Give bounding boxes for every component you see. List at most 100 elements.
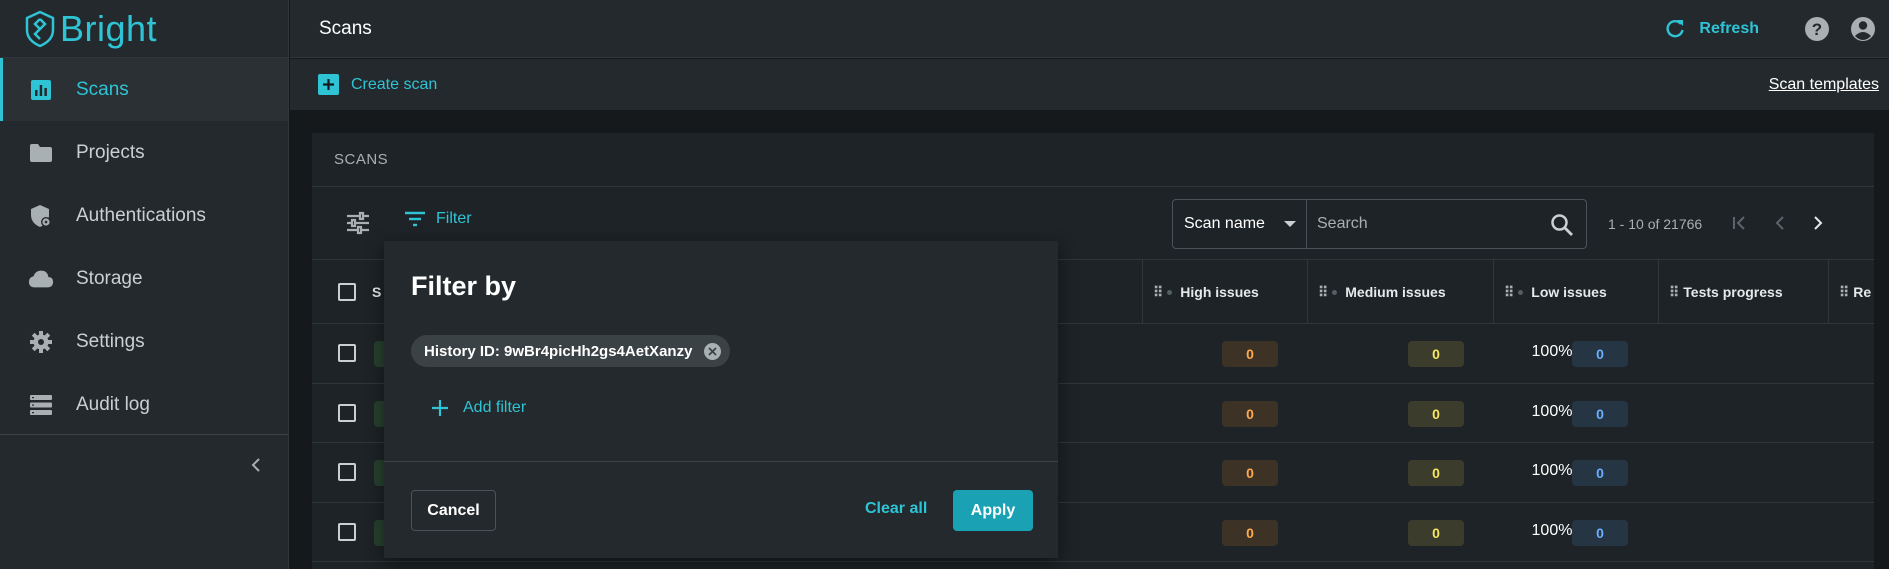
filter-popup-title: Filter by [411,271,517,301]
create-scan-button[interactable]: Create scan [318,74,437,95]
search-input[interactable] [1306,215,1536,233]
scan-templates-link[interactable]: Scan templates [1769,76,1879,94]
search-field-select[interactable]: Scan name [1172,199,1307,249]
cloud-icon [28,266,54,292]
chevron-left-icon [1775,216,1784,230]
sidebar-item-label: Scans [76,78,129,100]
sidebar-item-audit-log[interactable]: Audit log [0,373,288,436]
filter-icon [405,211,425,227]
column-header-tests-progress[interactable]: ⠿ Tests progress [1658,260,1828,324]
column-header-high-issues[interactable]: ⠿ High issues [1142,260,1307,324]
folder-icon [28,140,54,166]
filter-chip-label: History ID: 9wBr4picHh2gs4AetXanzy [424,342,693,360]
collapse-sidebar-button[interactable] [246,455,266,475]
sidebar-item-label: Settings [76,330,145,352]
medium-issues-badge: 0 [1408,400,1464,427]
column-header-requests[interactable]: ⠿ Re [1828,260,1874,324]
previous-page-button[interactable] [1768,211,1792,235]
column-header-medium-issues[interactable]: ⠿ Medium issues [1307,260,1493,324]
drag-handle-icon[interactable]: ⠿ [1839,284,1849,301]
logo-text: Bright [60,7,158,49]
filter-chip[interactable]: History ID: 9wBr4picHh2gs4AetXanzy [411,335,731,367]
refresh-button[interactable]: Refresh [1665,19,1759,39]
sidebar-item-label: Projects [76,141,145,163]
high-issues-badge: 0 [1222,519,1278,546]
search-icon[interactable] [1550,213,1574,237]
help-icon[interactable]: ? [1803,15,1831,43]
app: Bright Scans Projects Authentications St… [0,0,1889,569]
cancel-button[interactable]: Cancel [411,490,496,531]
pagination-range: 1 - 10 of 21766 [1608,216,1703,232]
filter-popup: Filter by History ID: 9wBr4picHh2gs4AetX… [384,241,1058,558]
clear-all-button[interactable]: Clear all [865,500,927,518]
tests-progress: 100% [1531,521,1573,539]
refresh-icon [1666,19,1685,38]
sidebar-item-label: Authentications [76,204,206,226]
search-box [1306,199,1587,249]
logo[interactable]: Bright [0,0,288,58]
high-issues-badge: 0 [1222,400,1278,427]
add-filter-label: Add filter [463,399,527,416]
sidebar-item-authentications[interactable]: Authentications [0,184,288,247]
account-icon[interactable] [1849,15,1877,43]
column-header-low-issues[interactable]: ⠿ Low issues [1493,260,1658,324]
medium-issues-badge: 0 [1408,341,1464,367]
drag-handle-icon[interactable]: ⠿ [1318,284,1328,301]
bright-logo-icon [25,10,55,47]
filter-button[interactable]: Filter [404,210,472,228]
topbar-actions: Refresh ? [1665,0,1877,58]
drag-handle-icon[interactable]: ⠿ [1504,284,1514,301]
svg-text:?: ? [1812,20,1822,39]
topbar: Scans Refresh ? [290,0,1889,58]
chevron-down-icon [1284,221,1296,227]
tests-progress: 100% [1531,402,1573,420]
sidebar-item-scans[interactable]: Scans [0,58,288,121]
card-title: SCANS [312,133,1874,187]
drag-handle-icon[interactable]: ⠿ [1669,284,1679,301]
chevron-left-icon [251,458,260,472]
refresh-label: Refresh [1699,20,1759,37]
sidebar-item-storage[interactable]: Storage [0,247,288,310]
tests-progress: 100% [1531,343,1573,360]
row-checkbox[interactable] [338,522,356,541]
select-all-checkbox[interactable] [338,283,356,301]
sidebar-item-label: Storage [76,267,143,289]
bar-chart-icon [28,77,54,103]
action-bar: Create scan Scan templates [290,59,1889,111]
status-badge [374,519,384,546]
status-badge [374,460,384,486]
row-checkbox[interactable] [338,463,356,481]
shield-lock-icon [28,203,54,229]
medium-issues-badge: 0 [1408,460,1464,486]
plus-icon [432,400,448,416]
row-checkbox[interactable] [338,344,356,362]
sort-indicator-icon [1332,289,1338,295]
search-field-value: Scan name [1184,215,1265,232]
apply-button[interactable]: Apply [953,490,1033,531]
add-filter-button[interactable]: Add filter [431,399,526,417]
first-page-button[interactable] [1728,211,1752,235]
remove-filter-button[interactable] [704,343,722,360]
row-checkbox[interactable] [338,403,356,422]
sidebar-nav: Scans Projects Authentications Storage S… [0,58,288,436]
list-icon [28,392,54,418]
tests-progress: 100% [1531,462,1573,479]
sidebar: Bright Scans Projects Authentications St… [0,0,289,569]
page-title: Scans [319,17,372,39]
sort-indicator-icon [1518,289,1524,295]
status-badge [374,341,384,367]
next-page-button[interactable] [1806,211,1830,235]
filter-label: Filter [436,210,472,227]
medium-issues-badge: 0 [1408,519,1464,546]
column-settings-icon[interactable] [344,209,372,237]
sidebar-item-projects[interactable]: Projects [0,121,288,184]
plus-icon [318,74,339,95]
gear-icon [28,329,54,355]
sidebar-item-label: Audit log [76,393,150,415]
sidebar-item-settings[interactable]: Settings [0,310,288,373]
drag-handle-icon[interactable]: ⠿ [1153,284,1163,301]
high-issues-badge: 0 [1222,460,1278,486]
close-icon [708,347,718,356]
first-page-icon [1733,216,1745,230]
status-badge [374,400,384,427]
